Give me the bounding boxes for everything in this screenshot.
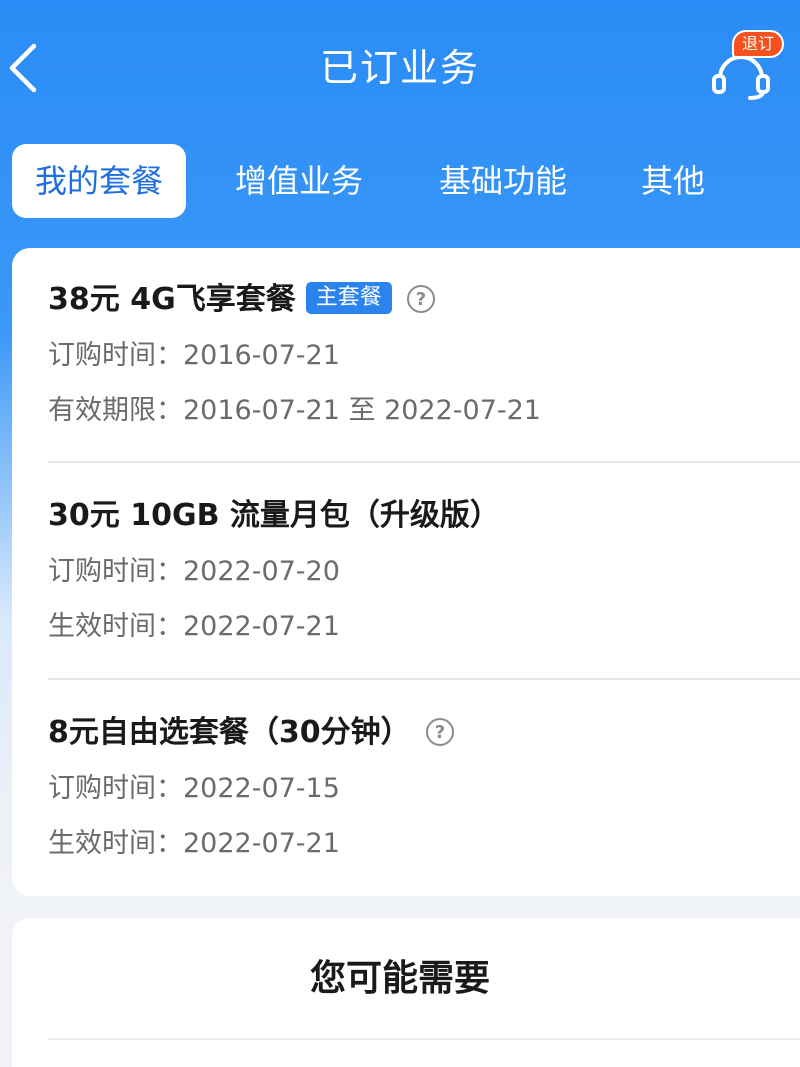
order-time: 订购时间：2016-07-21 (48, 340, 340, 371)
divider (48, 678, 800, 680)
tab-bar: 我的套餐 增值业务 基础功能 其他 (0, 144, 800, 220)
unsubscribe-service-button[interactable]: 退订 (708, 26, 788, 100)
order-time: 订购时间：2022-07-15 (48, 773, 340, 804)
page-title: 已订业务 (319, 46, 480, 90)
subscription-item: 30元 10GB 流量月包（升级版） 订购时间：2022-07-20 生效时间：… (48, 494, 800, 684)
effective-time: 生效时间：2022-07-21 (48, 828, 340, 859)
recommend-title: 您可能需要 (309, 958, 490, 999)
subscription-item: 38元 4G飞享套餐 主套餐? 订购时间：2016-07-21 有效期限：2016… (48, 278, 800, 468)
svg-text:?: ? (434, 722, 444, 743)
subscriptions-card: 38元 4G飞享套餐 主套餐? 订购时间：2016-07-21 有效期限：2016… (12, 248, 800, 896)
subscription-title-row: 8元自由选套餐（30分钟）? (48, 711, 455, 755)
subscription-name: 38元 4G飞享套餐 (48, 282, 296, 317)
unsubscribe-badge: 退订 (732, 30, 785, 58)
tab-value-added-services[interactable]: 增值业务 (216, 144, 382, 218)
recommend-card: 您可能需要 (12, 918, 800, 1067)
help-icon[interactable]: ? (406, 283, 436, 313)
subscription-name: 30元 10GB 流量月包（升级版） (48, 498, 500, 533)
divider (48, 1038, 800, 1040)
subscription-title-row: 38元 4G飞享套餐 主套餐? (48, 278, 436, 322)
order-time: 订购时间：2022-07-20 (48, 556, 340, 587)
main-plan-tag: 主套餐 (305, 281, 392, 314)
tab-basic-functions[interactable]: 基础功能 (420, 144, 586, 218)
help-icon[interactable]: ? (425, 716, 455, 746)
subscription-item: 8元自由选套餐（30分钟）? 订购时间：2022-07-15 生效时间：2022… (48, 711, 800, 901)
effective-time: 生效时间：2022-07-21 (48, 611, 340, 642)
subscription-name: 8元自由选套餐（30分钟） (48, 715, 411, 750)
validity-period: 有效期限：2016-07-21 至 2022-07-21 (48, 395, 541, 426)
header-bar: 已订业务 退订 (0, 0, 800, 135)
svg-text:?: ? (415, 289, 425, 310)
subscription-title-row: 30元 10GB 流量月包（升级版） (48, 494, 500, 538)
tab-other[interactable]: 其他 (628, 144, 718, 218)
tab-my-plan[interactable]: 我的套餐 (12, 144, 186, 218)
divider (48, 461, 800, 463)
